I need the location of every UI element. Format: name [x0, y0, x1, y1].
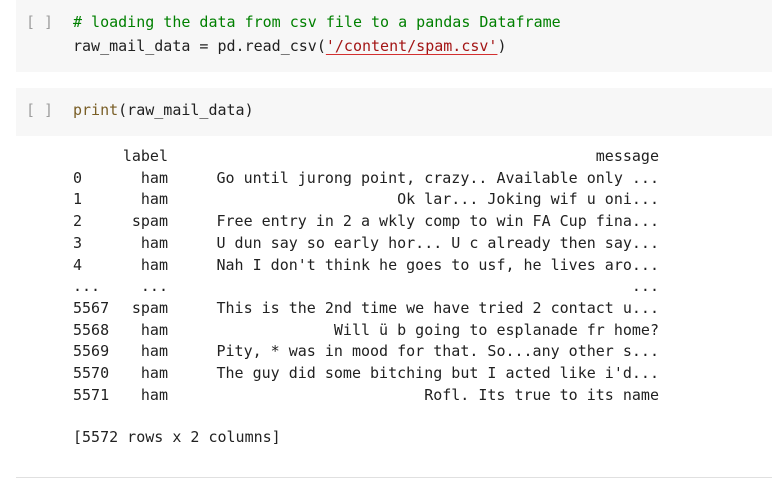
row-label: spam: [131, 212, 168, 231]
row-label: ham: [140, 168, 168, 187]
row-message: The guy did some bitching but I acted li…: [216, 364, 659, 382]
code-line-print[interactable]: print(raw_mail_data): [73, 101, 254, 119]
row-index: ...: [73, 277, 101, 296]
row-message: Nah I don't think he goes to usf, he liv…: [216, 255, 659, 274]
row-message: Rofl. Its true to its name: [424, 385, 659, 404]
row-label: ...: [140, 277, 168, 296]
row-index: 1: [73, 190, 83, 209]
cell-divider: [16, 477, 772, 478]
row-message: Will ü b going to esplanade fr home?: [333, 320, 659, 339]
row-message: Free entry in 2 a wkly comp to win FA Cu…: [216, 212, 659, 231]
code-arg: (raw_mail_data): [118, 101, 254, 119]
row-index: 2: [73, 212, 83, 231]
row-label: ham: [140, 255, 168, 274]
row-message: U dun say so early hor... U c already th…: [216, 233, 659, 252]
dataframe-shape: [5572 rows x 2 columns]: [73, 428, 281, 446]
row-label: ham: [140, 190, 168, 209]
row-index: 5570: [73, 364, 110, 382]
code-prefix: raw_mail_data = pd.read_csv(: [73, 37, 326, 55]
row-message: This is the 2nd time we have tried 2 con…: [216, 298, 659, 317]
row-message: ...: [631, 277, 659, 296]
code-cell-2[interactable]: [ ] print(raw_mail_data): [16, 88, 772, 136]
row-label: ham: [140, 342, 168, 361]
run-cell-2-button[interactable]: [ ]: [26, 101, 62, 119]
code-cell-1[interactable]: [ ] # loading the data from csv file to …: [16, 0, 772, 72]
row-index: 3: [73, 233, 83, 252]
cell-output: label message 0 ham Go until jurong point,…: [73, 146, 673, 446]
row-label: ham: [140, 385, 168, 404]
row-index: 4: [73, 255, 83, 274]
run-cell-1-button[interactable]: [ ]: [26, 13, 62, 31]
code-fn-print: print: [73, 101, 119, 119]
row-label: ham: [140, 320, 168, 339]
row-message: Pity, * was in mood for that. So...any o…: [216, 342, 659, 361]
header-message: message: [595, 147, 659, 165]
code-line-read-csv[interactable]: raw_mail_data = pd.read_csv('/content/sp…: [73, 37, 507, 55]
row-message: Go until jurong point, crazy.. Available…: [216, 168, 659, 187]
code-comment: # loading the data from csv file to a pa…: [73, 13, 561, 31]
row-label: ham: [140, 233, 168, 252]
row-index: 5569: [73, 342, 110, 361]
row-index: 0: [73, 168, 83, 187]
row-message: Ok lar... Joking wif u oni...: [397, 190, 659, 209]
header-label: label: [122, 147, 168, 165]
row-index: 5567: [73, 298, 110, 317]
row-label: ham: [140, 364, 168, 382]
row-label: spam: [131, 298, 168, 317]
row-index: 5568: [73, 320, 110, 339]
code-suffix: ): [497, 37, 507, 55]
code-string-path: '/content/spam.csv': [325, 37, 498, 55]
row-index: 5571: [73, 385, 110, 404]
